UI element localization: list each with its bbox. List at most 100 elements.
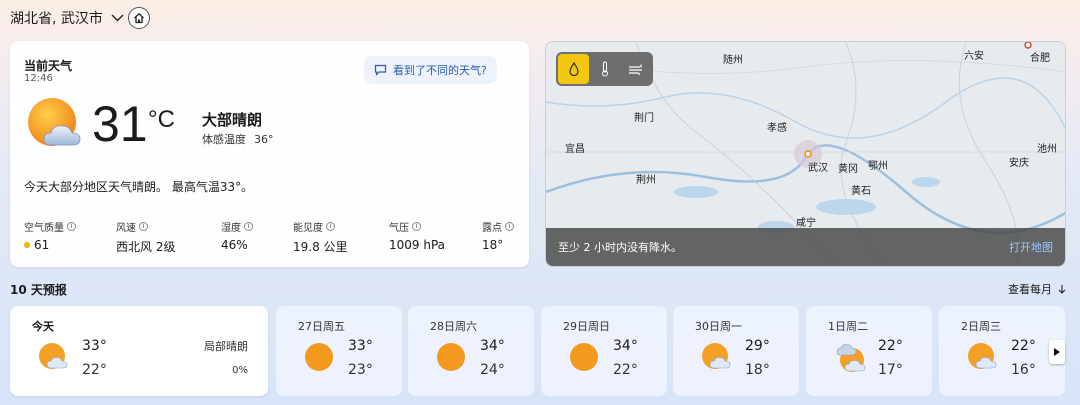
low-temp: 24°: [480, 362, 505, 378]
high-temp: 22°: [878, 338, 903, 354]
chevron-right-icon: [1054, 348, 1060, 356]
low-temp: 18°: [745, 362, 770, 378]
cloudy-icon: [834, 342, 868, 378]
low-temp: 17°: [878, 362, 903, 378]
map-footer: 至少 2 小时内没有降水。 打开地图: [546, 228, 1065, 266]
current-temperature: 31: [92, 96, 148, 152]
map-city-label: 随州: [723, 55, 743, 66]
temperature-icon: [601, 61, 608, 77]
forecast-next-button[interactable]: [1049, 340, 1065, 364]
forecast-title: 10 天预报: [10, 283, 67, 297]
different-weather-feedback-button[interactable]: 看到了不同的天气?: [364, 56, 497, 84]
map-city-label: 鄂州: [868, 161, 888, 172]
info-icon: i: [505, 222, 514, 231]
day-name: 29日周日: [563, 320, 610, 333]
aqi-status-dot: [24, 242, 30, 248]
home-button[interactable]: [128, 7, 150, 29]
detail-air-quality[interactable]: 空气质量 i 61: [24, 219, 76, 252]
partly-cloudy-icon: [38, 342, 70, 376]
detail-label: 露点: [482, 223, 502, 234]
map-city-label: 武汉: [808, 163, 828, 174]
detail-humidity[interactable]: 湿度 i 46%: [221, 219, 253, 252]
forecast-day[interactable]: 2日周三 22° 16°: [939, 306, 1065, 396]
map-city-label: 咸宁: [796, 218, 816, 229]
precipitation-icon: [568, 62, 579, 76]
feels-like-value: 36°: [254, 133, 274, 146]
forecast-day[interactable]: 1日周二 22° 17°: [806, 306, 932, 396]
detail-label: 空气质量: [24, 223, 64, 234]
location-selector[interactable]: 湖北省, 武汉市: [10, 8, 124, 28]
forecast-day[interactable]: 29日周日 34° 22°: [541, 306, 667, 396]
map-city-label: 安庆: [1009, 158, 1029, 169]
detail-pressure[interactable]: 气压 i 1009 hPa: [389, 219, 445, 252]
detail-label: 风速: [116, 223, 136, 234]
current-weather-card: 当前天气 12:46 看到了不同的天气? 31 °C 大部晴朗 体感温度 36° …: [10, 41, 529, 267]
high-temp: 33°: [82, 338, 107, 354]
chevron-down-icon: [111, 12, 124, 25]
map-city-label: 荆门: [634, 113, 654, 124]
precipitation-layer-button[interactable]: [558, 54, 589, 84]
map-city-label: 六安: [964, 51, 984, 62]
view-monthly-button[interactable]: 查看每月: [1008, 281, 1066, 297]
detail-value: 46%: [221, 238, 248, 252]
detail-label: 湿度: [221, 223, 241, 234]
detail-value: 1009 hPa: [389, 238, 446, 252]
view-monthly-label: 查看每月: [1008, 283, 1052, 296]
wind-icon: [628, 64, 642, 75]
map-city-label: 黄石: [851, 186, 871, 197]
partly-cloudy-icon: [701, 342, 733, 376]
forecast-day[interactable]: 27日周五 33° 23°: [276, 306, 402, 396]
sunny-icon: [569, 342, 599, 376]
current-condition: 大部晴朗: [202, 111, 263, 129]
detail-wind[interactable]: 风速 i 西北风 2级: [116, 219, 175, 255]
partly-cloudy-icon: [26, 97, 86, 157]
partly-cloudy-icon: [967, 342, 999, 376]
map-layer-toolbar: [556, 52, 653, 86]
detail-label: 气压: [389, 223, 409, 234]
day-name: 1日周二: [828, 320, 868, 333]
low-temp: 16°: [1011, 362, 1036, 378]
info-icon: i: [326, 222, 335, 231]
day-condition: 局部晴朗: [204, 340, 248, 353]
detail-dew-point[interactable]: 露点 i 18°: [482, 219, 514, 252]
forecast-day[interactable]: 30日周一 29° 18°: [673, 306, 799, 396]
info-icon: i: [412, 222, 421, 231]
map-city-label: 合肥: [1030, 53, 1050, 64]
detail-value: 19.8 公里: [293, 240, 348, 254]
day-name: 30日周一: [695, 320, 742, 333]
high-temp: 33°: [348, 338, 373, 354]
detail-visibility[interactable]: 能见度 i 19.8 公里: [293, 219, 348, 255]
arrow-down-icon: [1058, 285, 1066, 294]
detail-value: 西北风 2级: [116, 240, 176, 254]
info-icon: i: [139, 222, 148, 231]
day-name: 今天: [32, 320, 54, 333]
weather-map[interactable]: 随州 六安 合肥 荆门 孝感 宜昌 武汉 黄冈 鄂州 池州 安庆 荆州 黄石 咸…: [545, 41, 1066, 267]
sunny-icon: [304, 342, 334, 376]
observation-time: 12:46: [24, 73, 53, 84]
detail-label: 能见度: [293, 223, 323, 234]
info-icon: i: [244, 222, 253, 231]
feels-like: 体感温度 36°: [202, 131, 274, 147]
forecast-day-today[interactable]: 今天 33° 22° 局部晴朗 0%: [10, 306, 268, 396]
forecast-day[interactable]: 28日周六 34° 24°: [408, 306, 534, 396]
temperature-layer-button[interactable]: [589, 54, 620, 84]
day-name: 2日周三: [961, 320, 1001, 333]
day-name: 27日周五: [298, 320, 345, 333]
info-icon: i: [67, 222, 76, 231]
high-temp: 34°: [480, 338, 505, 354]
map-city-label: 宜昌: [565, 144, 585, 155]
low-temp: 22°: [613, 362, 638, 378]
precip-chance: 0%: [232, 365, 248, 376]
detail-value: 61: [34, 238, 50, 252]
low-temp: 23°: [348, 362, 373, 378]
wind-layer-button[interactable]: [620, 54, 651, 84]
weather-summary: 今天大部分地区天气晴朗。 最高气温33°。: [24, 180, 254, 194]
feedback-label: 看到了不同的天气?: [393, 64, 487, 77]
high-temp: 29°: [745, 338, 770, 354]
temperature-unit: °C: [148, 106, 175, 133]
current-weather-title: 当前天气: [24, 59, 73, 73]
chat-icon: [374, 64, 387, 76]
high-temp: 34°: [613, 338, 638, 354]
open-map-link[interactable]: 打开地图: [1009, 239, 1053, 255]
map-city-label: 孝感: [767, 123, 787, 134]
